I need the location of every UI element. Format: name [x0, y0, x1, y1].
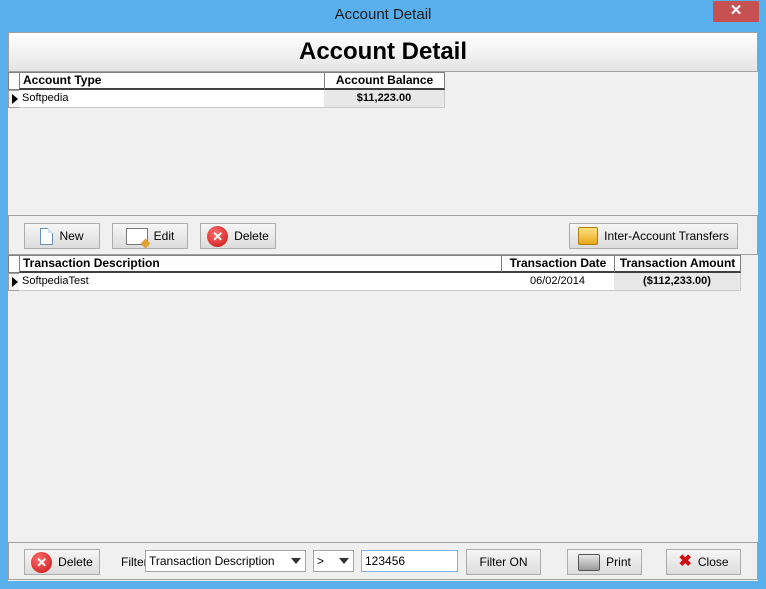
close-icon: ✖	[678, 553, 692, 570]
filter-operator-value: >	[317, 554, 325, 568]
window-close-button[interactable]: ✕	[713, 1, 759, 22]
new-button-label: New	[59, 229, 84, 243]
window-title: Account Detail	[334, 6, 432, 23]
delete-icon: ✕	[207, 225, 229, 247]
close-button[interactable]: ✖ Close	[666, 549, 741, 575]
printer-icon	[578, 553, 601, 571]
edit-button[interactable]: Edit	[112, 223, 188, 249]
transactions-toolbar: New Edit ✕ Delete Inter-Account Transfer…	[8, 215, 758, 255]
filter-field-value: Transaction Description	[149, 554, 275, 568]
column-header-description[interactable]: Transaction Description	[19, 255, 502, 273]
table-row-description[interactable]: SoftpediaTest	[19, 273, 502, 291]
chevron-down-icon	[291, 558, 301, 564]
filter-on-button[interactable]: Filter ON	[466, 549, 541, 575]
filter-field-select[interactable]: Transaction Description	[145, 550, 306, 572]
accounts-grid[interactable]: Account Type Account Balance Softpedia $…	[8, 72, 758, 215]
column-header-account-type[interactable]: Account Type	[19, 72, 325, 90]
close-button-label: Close	[697, 555, 729, 569]
delete-account-button[interactable]: ✕ Delete	[24, 549, 100, 575]
transactions-grid[interactable]: Transaction Description Transaction Date…	[8, 255, 758, 542]
page-title: Account Detail	[298, 38, 468, 65]
filter-on-label: Filter ON	[479, 555, 528, 569]
title-bar: Account Detail ✕	[0, 0, 766, 32]
table-row-date[interactable]: 06/02/2014	[501, 273, 615, 291]
filter-toolbar: ✕ Delete Filter Transaction Description …	[8, 542, 758, 580]
column-header-amount[interactable]: Transaction Amount	[614, 255, 741, 273]
column-header-date[interactable]: Transaction Date	[501, 255, 615, 273]
chevron-down-icon	[339, 558, 349, 564]
delete-account-label: Delete	[58, 555, 93, 569]
delete-button[interactable]: ✕ Delete	[200, 223, 276, 249]
delete-icon: ✕	[31, 551, 53, 573]
client-area: Account Detail Account Type Account Bala…	[8, 32, 758, 581]
new-button[interactable]: New	[24, 223, 100, 249]
filter-label: Filter	[121, 555, 148, 569]
account-detail-window: Account Detail ✕ Account Detail Account …	[0, 0, 766, 589]
delete-button-label: Delete	[234, 229, 269, 243]
edit-button-label: Edit	[153, 229, 175, 243]
new-document-icon	[40, 227, 54, 245]
print-button[interactable]: Print	[567, 549, 642, 575]
transfer-icon	[578, 227, 599, 245]
header-panel: Account Detail	[8, 32, 758, 72]
print-button-label: Print	[606, 555, 631, 569]
table-row-account-type[interactable]: Softpedia	[19, 90, 325, 108]
table-row-account-balance[interactable]: $11,223.00	[324, 90, 445, 108]
column-header-account-balance[interactable]: Account Balance	[324, 72, 445, 90]
table-row-amount[interactable]: ($112,233.00)	[614, 273, 741, 291]
filter-operator-select[interactable]: >	[313, 550, 354, 572]
edit-icon	[125, 227, 148, 245]
close-icon: ✕	[729, 2, 743, 19]
inter-account-transfers-button[interactable]: Inter-Account Transfers	[569, 223, 738, 249]
transfers-button-label: Inter-Account Transfers	[604, 229, 729, 243]
filter-value-input[interactable]: 123456	[361, 550, 458, 572]
